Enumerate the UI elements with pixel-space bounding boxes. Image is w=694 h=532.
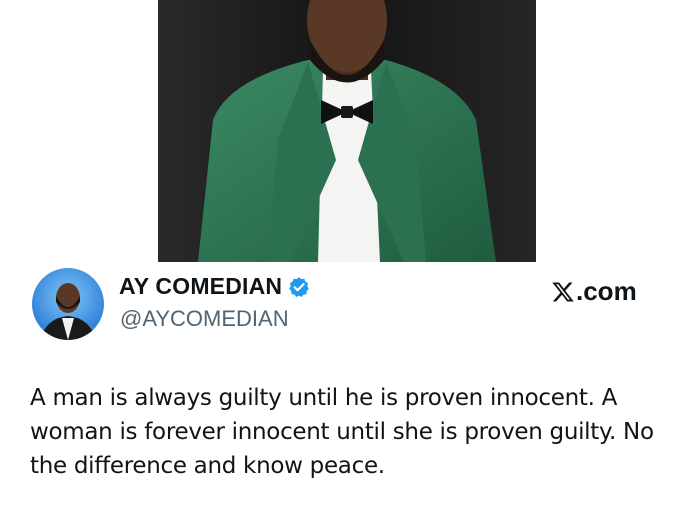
source-link[interactable]: .com xyxy=(551,276,637,307)
verified-badge-icon xyxy=(288,276,310,298)
tweet-photo[interactable] xyxy=(158,0,536,262)
display-name[interactable]: AY COMEDIAN xyxy=(119,273,310,300)
tweet-text: A man is always guilty until he is prove… xyxy=(30,385,654,479)
source-label: .com xyxy=(576,276,637,306)
user-handle[interactable]: @AYCOMEDIAN xyxy=(120,306,289,332)
avatar[interactable] xyxy=(32,268,104,340)
display-name-text[interactable]: AY COMEDIAN xyxy=(119,273,282,300)
x-logo-icon xyxy=(551,280,575,304)
